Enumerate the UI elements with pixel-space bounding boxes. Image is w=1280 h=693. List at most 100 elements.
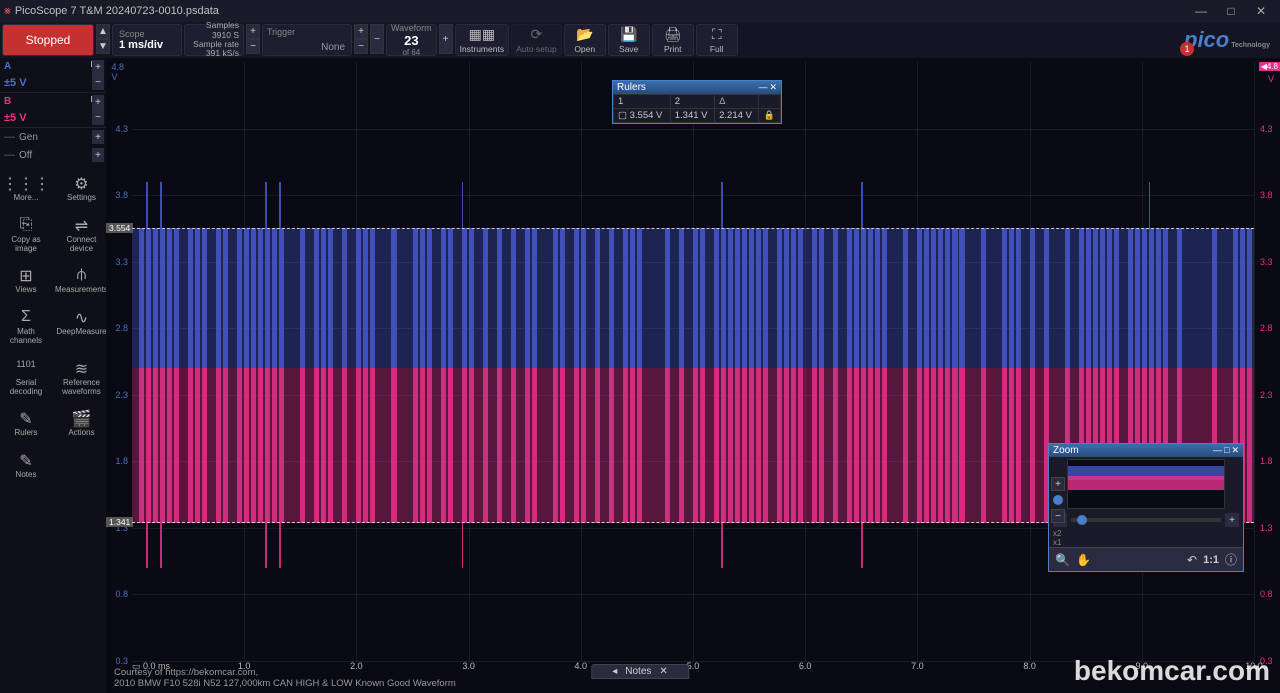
instruments-button[interactable]: ▦▦ Instruments <box>455 24 509 56</box>
main-toolbar: Stopped ▲▼ Scope 1 ms/div Samples 3910 S… <box>0 22 1280 58</box>
notes-button[interactable]: ✎Notes <box>0 445 52 486</box>
maximize-icon[interactable]: □ <box>1224 445 1229 455</box>
channel-b-stepper[interactable]: +− <box>92 95 104 125</box>
maximize-button[interactable]: □ <box>1216 0 1246 22</box>
gear-icon: ⚙ <box>74 174 88 192</box>
brand-logo: picoTechnology <box>1184 24 1278 56</box>
math-channels-button[interactable]: ΣMath channels <box>0 302 52 352</box>
zoom-pan-tool[interactable]: ✋ <box>1076 553 1091 567</box>
open-button[interactable]: 📂 Open <box>564 24 606 56</box>
waveform-plot[interactable]: 4.8V 4.33.83.32.82.31.81.30.80.33.5541.3… <box>106 58 1280 693</box>
ruler-handle[interactable]: 1.341 <box>106 517 133 527</box>
usb-icon: ⇌ <box>75 216 88 234</box>
rulers-button[interactable]: ✎Rulers <box>0 403 52 444</box>
status-stepper[interactable]: ▲▼ <box>96 24 110 54</box>
timebase-control[interactable]: Scope 1 ms/div <box>112 24 182 56</box>
close-icon[interactable]: ✕ <box>659 666 667 677</box>
views-button[interactable]: ⊞Views <box>0 260 52 301</box>
channel-a-control[interactable]: A DCx1 ±5 V +− <box>0 58 106 93</box>
zoom-magnify-tool[interactable]: 🔍 <box>1055 553 1070 567</box>
minimize-icon[interactable]: — <box>1213 445 1222 455</box>
reference-waveforms-button[interactable]: ≋Reference waveforms <box>53 353 110 403</box>
folder-open-icon: 📂 <box>576 27 593 43</box>
copy-icon: ⎘ <box>20 216 33 234</box>
more-button[interactable]: ⋮⋮⋮More... <box>0 168 52 209</box>
zoom-in-v[interactable]: + <box>1051 477 1065 491</box>
zoom-undo[interactable]: ↶ <box>1187 553 1197 567</box>
note-icon: ✎ <box>19 451 32 469</box>
timebase-stepper[interactable]: +− <box>246 24 260 54</box>
zoom-horizontal-controls[interactable]: − + <box>1049 511 1243 529</box>
zoom-h-thumb[interactable] <box>1077 515 1087 525</box>
zoom-in-h[interactable]: + <box>1225 513 1239 527</box>
close-icon[interactable]: ✕ <box>769 82 777 92</box>
y-axis-right: ◀4.8 V 4.33.83.32.82.31.81.30.80.3 <box>1256 62 1280 661</box>
ruler-handle[interactable]: 3.554 <box>106 223 133 233</box>
lock-icon[interactable]: 🔒 <box>759 109 781 123</box>
zoom-v-thumb[interactable] <box>1053 495 1063 505</box>
autosetup-icon: ⟳ <box>531 27 543 43</box>
wave-icon: ∿ <box>75 308 88 326</box>
autosetup-button[interactable]: ⟳ Auto setup <box>511 24 562 56</box>
sample-info: Samples 3910 S Sample rate 391 kS/s <box>184 24 244 56</box>
fullscreen-icon: ⛶ <box>712 27 722 43</box>
sigma-icon: Σ <box>21 308 31 326</box>
rulers-panel[interactable]: Rulers —✕ 12Δ ▢ 3.554 V1.341 V2.214 V🔒 <box>612 80 782 124</box>
window-titlebar: ⨳ PicoScope 7 T&M 20240723-0010.psdata —… <box>0 0 1280 22</box>
print-icon: 🖨 <box>664 27 682 43</box>
actions-button[interactable]: 🎬Actions <box>53 403 110 444</box>
window-title: PicoScope 7 T&M 20240723-0010.psdata <box>15 5 1186 17</box>
zoom-overview[interactable] <box>1067 459 1225 509</box>
refwave-icon: ≋ <box>75 359 88 377</box>
channel-a-stepper[interactable]: +− <box>92 60 104 90</box>
measurements-button[interactable]: ⫛Measurements <box>53 260 110 301</box>
waveform-next[interactable]: + <box>439 24 453 54</box>
zoom-factor-label: x2x1 <box>1049 529 1243 547</box>
trigger-stepper[interactable]: +− <box>354 24 368 54</box>
clapper-icon: 🎬 <box>72 409 92 427</box>
binary-icon: 1101 <box>16 359 35 377</box>
app-icon: ⨳ <box>4 5 11 18</box>
notes-tab[interactable]: ◂Notes✕ <box>591 664 689 679</box>
views-icon: ⊞ <box>19 266 32 284</box>
print-button[interactable]: 🖨 Print <box>652 24 694 56</box>
zoom-vertical-controls[interactable]: + − <box>1051 477 1065 523</box>
rulers-panel-header[interactable]: Rulers —✕ <box>613 81 781 94</box>
save-icon: 💾 <box>620 27 637 43</box>
run-stop-button[interactable]: Stopped <box>2 24 94 56</box>
minimize-button[interactable]: — <box>1186 0 1216 22</box>
zoom-out-v[interactable]: − <box>1051 509 1065 523</box>
zoom-panel[interactable]: Zoom —□✕ + − − + x2x1 🔍 ✋ ↶ 1:1 ⓘ <box>1048 443 1244 572</box>
copy-image-button[interactable]: ⎘Copy as image <box>0 210 52 260</box>
serial-decoding-button[interactable]: 1101Serial decoding <box>0 353 52 403</box>
channel-b-marker[interactable]: ◀4.8 <box>1259 62 1280 71</box>
instruments-icon: ▦▦ <box>469 27 495 43</box>
close-icon[interactable]: ✕ <box>1231 445 1239 455</box>
channel-b-control[interactable]: B DCx1 ±5 V +− <box>0 93 106 128</box>
zoom-toolbar: 🔍 ✋ ↶ 1:1 ⓘ <box>1049 547 1243 571</box>
fullscreen-button[interactable]: ⛶ Full <box>696 24 738 56</box>
waveform-counter[interactable]: Waveform 23 of 64 <box>386 24 437 56</box>
zoom-info-icon[interactable]: ⓘ <box>1225 551 1237 568</box>
signal-gen-control[interactable]: —Gen + <box>0 128 106 146</box>
zoom-panel-header[interactable]: Zoom —□✕ <box>1049 444 1243 457</box>
close-button[interactable]: ✕ <box>1246 0 1276 22</box>
notification-badge[interactable]: 1 <box>1180 42 1194 56</box>
watermark: bekomcar.com <box>1074 655 1270 687</box>
off-plus[interactable]: + <box>92 148 104 162</box>
trigger-control[interactable]: Trigger None <box>262 24 352 56</box>
settings-button[interactable]: ⚙Settings <box>53 168 110 209</box>
zoom-reset[interactable]: 1:1 <box>1203 554 1219 566</box>
minimize-icon[interactable]: — <box>758 82 767 92</box>
save-button[interactable]: 💾 Save <box>608 24 650 56</box>
grid-icon: ⋮⋮⋮ <box>2 174 50 192</box>
deepmeasure-button[interactable]: ∿DeepMeasure <box>53 302 110 352</box>
ruler-icon: ✎ <box>19 409 32 427</box>
channel-off-control[interactable]: —Off + <box>0 146 106 164</box>
caliper-icon: ⫛ <box>77 266 87 284</box>
left-sidebar: A DCx1 ±5 V +− B DCx1 ±5 V +− —Gen + —Of… <box>0 58 106 693</box>
waveform-prev[interactable]: − <box>370 24 384 54</box>
connect-device-button[interactable]: ⇌Connect device <box>53 210 110 260</box>
gen-plus[interactable]: + <box>92 130 104 144</box>
y-axis-left: 4.8V 4.33.83.32.82.31.81.30.80.33.5541.3… <box>106 62 130 661</box>
